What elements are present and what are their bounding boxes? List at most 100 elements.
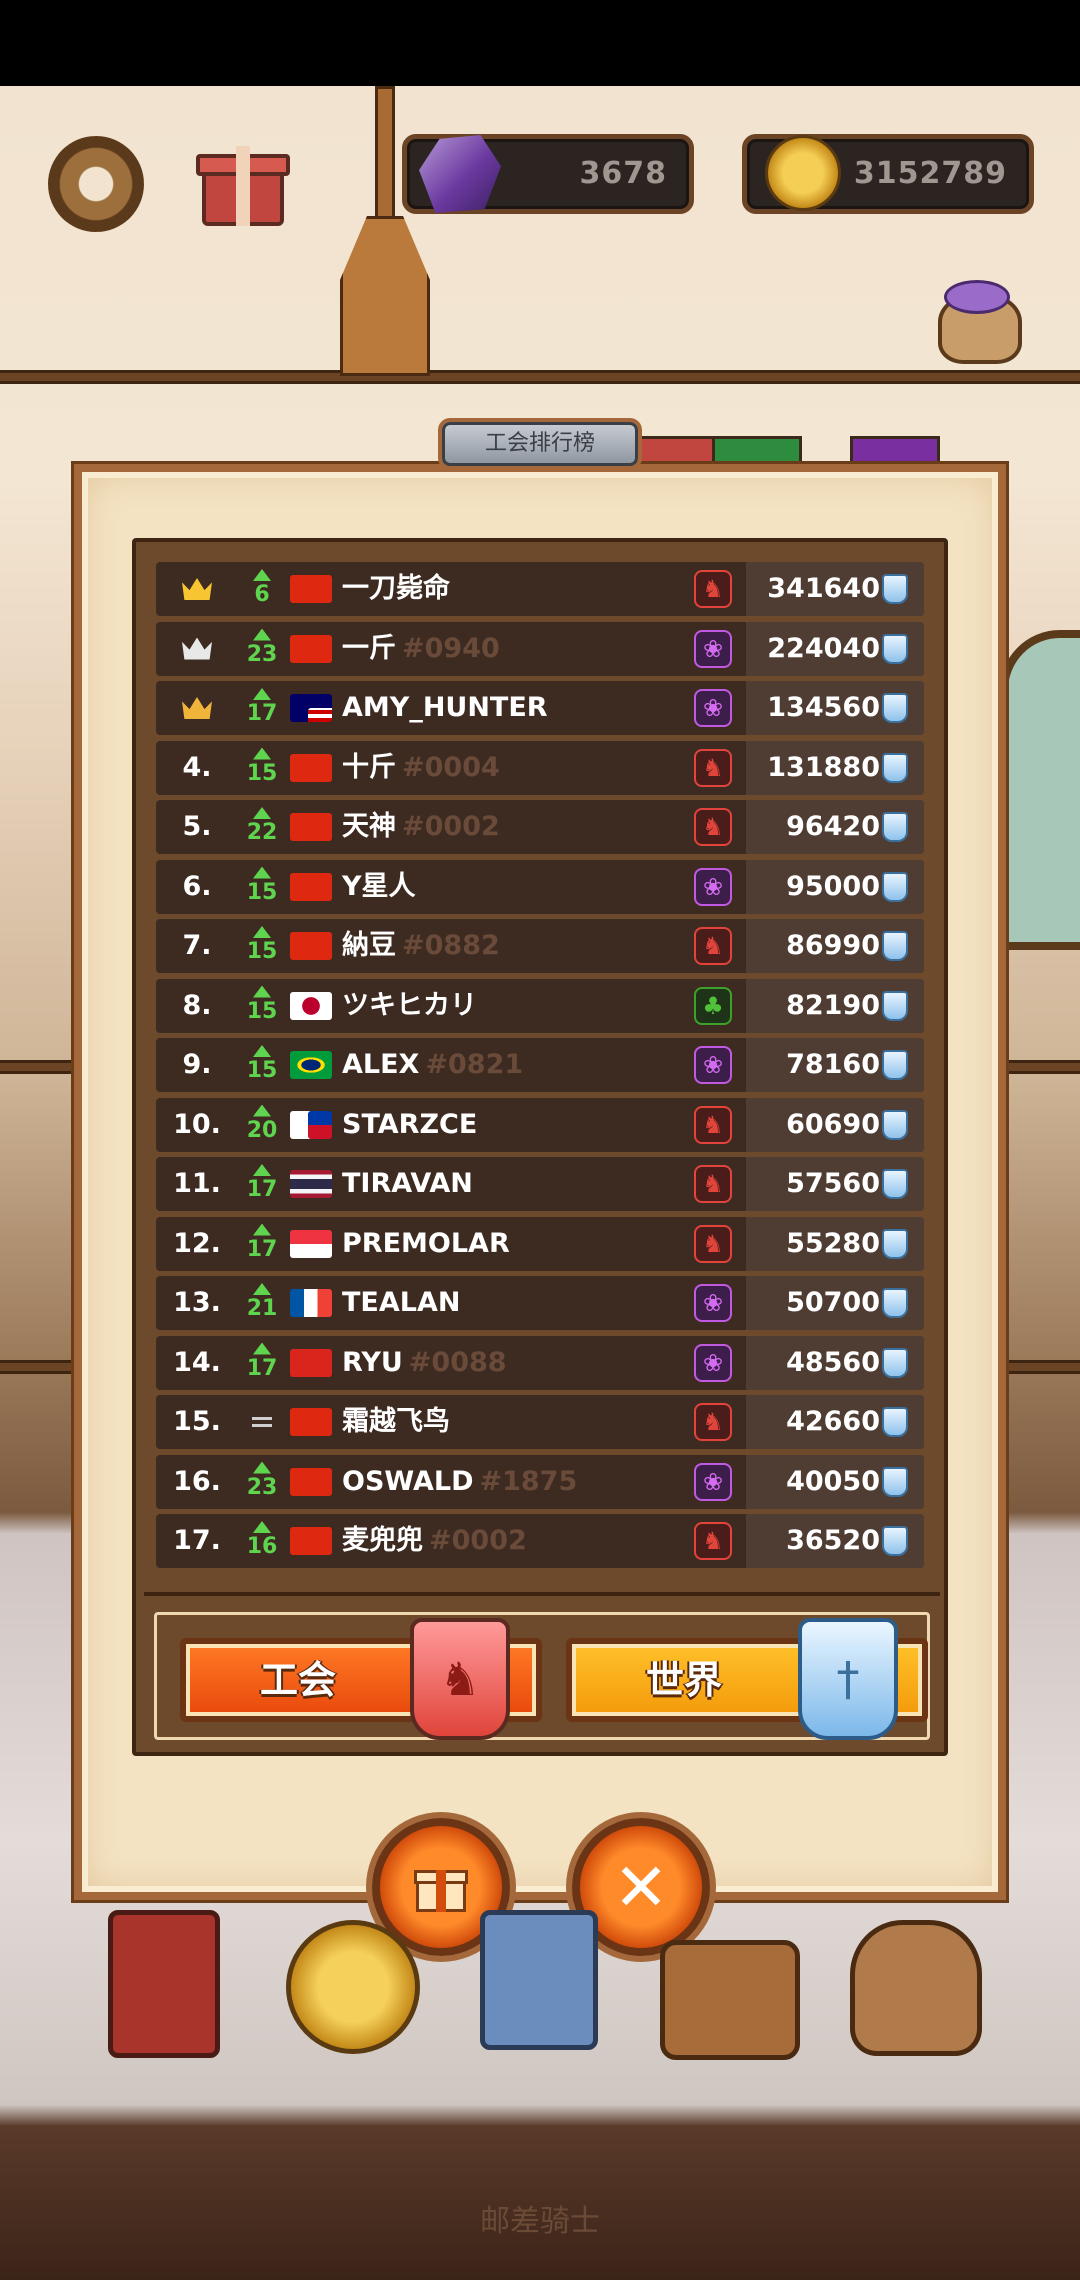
player-name: 天神 #0002 (342, 811, 500, 842)
gem-counter[interactable]: 3678 (402, 134, 694, 214)
rank-change-value: 15 (246, 879, 278, 905)
shield-icon (882, 1466, 908, 1497)
table-row[interactable]: 16. 23 OSWALD #1875 ❀ 40050 (156, 1454, 924, 1509)
player-tag: #0088 (408, 1346, 507, 1378)
table-row[interactable]: 6. 15 Y星人 ❀ 95000 (156, 859, 924, 914)
table-row[interactable]: 5. 22 天神 #0002 ♞ 96420 (156, 800, 924, 854)
rank-number: 13. (173, 1287, 221, 1318)
rank-change: 17 (240, 681, 284, 735)
rank-change: 21 (240, 1276, 284, 1330)
arrow-up-icon (253, 1283, 271, 1295)
table-row[interactable]: 8. 15 ツキヒカリ ♣ 82190 (156, 978, 924, 1033)
gem-pouch-icon[interactable] (930, 270, 1026, 366)
flag-cn-icon (290, 575, 332, 603)
score-value: 36520 (786, 1525, 880, 1556)
shield-icon (882, 693, 908, 723)
gift-icon[interactable] (196, 136, 290, 230)
rank-change-value: 21 (246, 1296, 278, 1321)
table-row[interactable]: 7. 15 納豆 #0882 ♞ 86990 (156, 919, 924, 973)
rank-change: 23 (240, 622, 284, 676)
world-tab-button[interactable]: 世界 † (566, 1618, 928, 1740)
star-coin-icon[interactable] (286, 1920, 420, 2054)
rank-change: 15 (240, 979, 284, 1033)
arrow-up-icon (253, 569, 271, 581)
coin-counter[interactable]: 3152789 (742, 134, 1034, 214)
rank-number: 10. (173, 1108, 221, 1140)
table-row[interactable]: 4. 15 十斤 #0004 ♞ 131880 (156, 740, 924, 795)
guild-purple-icon: ❀ (694, 689, 732, 727)
rank-number (156, 681, 238, 735)
arrow-up-icon (253, 985, 271, 998)
score-value: 131880 (767, 751, 880, 783)
player-name: 十斤 #0004 (342, 751, 500, 783)
rank-change: 15 (240, 1038, 284, 1092)
leaderboard-list[interactable]: 6 一刀毙命 ♞ 341640 23 一斤 #0940 ❀ 224040 17 AMY_HUNTER… (156, 562, 924, 1592)
arrow-up-icon (253, 1104, 271, 1117)
guild-tab-label: 工会 (260, 1658, 337, 1702)
guild-red-icon: ♞ (694, 1165, 732, 1203)
table-row[interactable]: 6 一刀毙命 ♞ 341640 (156, 562, 924, 616)
player-name: 霜越飞鸟 (342, 1406, 450, 1437)
flag-sg-icon (290, 1229, 332, 1258)
score-value: 95000 (786, 870, 880, 902)
table-row[interactable]: 10. 20 STARZCE ♞ 60690 (156, 1097, 924, 1152)
flag-my-icon (290, 694, 332, 722)
table-row[interactable]: 13. 21 TEALAN ❀ 50700 (156, 1276, 924, 1330)
guild-purple-icon: ❀ (694, 1046, 732, 1084)
score-value: 86990 (786, 930, 880, 961)
player-name: TIRAVAN (342, 1168, 473, 1199)
shield-icon (882, 1050, 908, 1080)
table-row[interactable]: 23 一斤 #0940 ❀ 224040 (156, 621, 924, 676)
rank-number (156, 622, 238, 676)
arrow-up-icon (253, 1223, 271, 1236)
flag-cn-icon (290, 932, 332, 960)
upper-shelf (0, 370, 1080, 384)
rank-change: 15 (240, 860, 284, 914)
score-value: 55280 (786, 1227, 880, 1259)
shield-icon (882, 633, 908, 664)
guild-red-icon: ♞ (694, 570, 732, 608)
gear-icon[interactable] (48, 136, 144, 232)
flag-cn-icon (290, 1527, 332, 1555)
arrow-up-icon (253, 807, 271, 819)
money-bag-icon[interactable] (850, 1920, 982, 2056)
rank-change-value: 15 (246, 760, 278, 786)
score-value: 96420 (786, 811, 880, 842)
player-name: 麦兜兜 #0002 (342, 1525, 527, 1556)
equals-icon (252, 1417, 272, 1427)
arrow-up-icon (253, 747, 271, 760)
shield-icon (882, 1526, 908, 1556)
player-name: STARZCE (342, 1108, 478, 1140)
table-row[interactable]: 12. 17 PREMOLAR ♞ 55280 (156, 1216, 924, 1271)
player-name: 一斤 #0940 (342, 632, 500, 664)
leaderboard-board: 6 一刀毙命 ♞ 341640 23 一斤 #0940 ❀ 224040 17 AMY_HUNTER… (132, 538, 948, 1756)
rank-number: 17. (173, 1525, 221, 1556)
world-tab-label: 世界 (646, 1658, 723, 1702)
guild-tab-button[interactable]: 工会 ♞ (180, 1618, 542, 1740)
close-icon: ✕ (613, 1848, 669, 1926)
satchel-icon[interactable] (660, 1940, 800, 2060)
table-row[interactable]: 9. 15 ALEX #0821 ❀ 78160 (156, 1038, 924, 1092)
player-name: AMY_HUNTER (342, 692, 548, 723)
rank-change: 15 (240, 741, 284, 795)
crown-icon (182, 578, 212, 600)
table-row[interactable]: 17 AMY_HUNTER ❀ 134560 (156, 681, 924, 735)
rank-change-value: 23 (246, 1474, 278, 1500)
table-row[interactable]: 14. 17 RYU #0088 ❀ 48560 (156, 1335, 924, 1390)
table-row[interactable]: 17. 16 麦兜兜 #0002 ♞ 36520 (156, 1514, 924, 1568)
flag-ph-icon (290, 1110, 332, 1139)
wooden-post (340, 86, 430, 376)
rank-number: 15. (173, 1406, 221, 1437)
rank-change-value: 20 (246, 1117, 278, 1143)
arrow-up-icon (253, 1521, 271, 1533)
book-icon[interactable] (108, 1910, 220, 2058)
guild-emblem-icon: ♞ (410, 1618, 510, 1740)
table-row[interactable]: 11. 17 TIRAVAN ♞ 57560 (156, 1157, 924, 1211)
score-value: 134560 (767, 692, 880, 723)
shield-icon (882, 1109, 908, 1140)
rank-change-value: 17 (246, 701, 278, 726)
table-row[interactable]: 15. 霜越飞鸟 ♞ 42660 (156, 1395, 924, 1449)
card-deck-icon[interactable] (480, 1910, 598, 2050)
arrow-up-icon (253, 1045, 271, 1057)
flag-cn-icon (290, 634, 332, 663)
